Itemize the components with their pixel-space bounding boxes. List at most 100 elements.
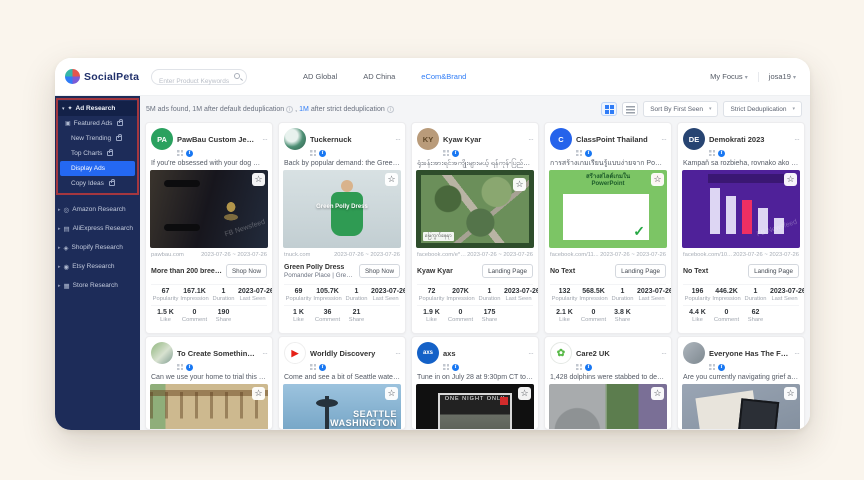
my-focus-dropdown[interactable]: My Focus ▾ <box>710 72 748 81</box>
sidebar-item-ad-research[interactable]: ▾ ✦ Ad Research <box>58 101 137 116</box>
metric-popularity: 69Popularity <box>284 288 313 302</box>
ad-creative-image[interactable]: FB Newsfeed ☆ <box>682 170 800 248</box>
metric-last-seen: 2023-07-26Last Seen <box>770 288 799 302</box>
cta-button[interactable]: Landing Page <box>615 264 666 278</box>
star-badge-icon[interactable]: ☆ <box>252 387 265 400</box>
ad-creative-image[interactable]: ONE NIGHT ONLY ☆ <box>416 384 534 430</box>
more-menu-icon[interactable]: ··· <box>794 135 799 144</box>
advertiser-domain[interactable]: pawbau.com <box>151 252 184 258</box>
ad-text[interactable]: การสร้างเกมเรียนรู้แบบง่ายจาก PowerPoint… <box>550 158 666 169</box>
ad-card: DE Demokrati 2023 ··· f Kampaň sa rozbie… <box>677 122 805 334</box>
user-menu[interactable]: josa19 ▾ <box>769 72 796 81</box>
ad-creative-image[interactable]: Green Polly Dress ☆ <box>283 170 401 248</box>
ad-text[interactable]: Come and see a bit of Seattle waterfront… <box>284 372 400 383</box>
ad-creative-image[interactable]: ☆ <box>150 384 268 430</box>
ad-title[interactable]: No Text <box>550 268 612 275</box>
sidebar-item-copy-ideas[interactable]: Copy Ideas <box>58 176 137 191</box>
advertiser-domain[interactable]: tnuck.com <box>284 252 310 258</box>
more-menu-icon[interactable]: ··· <box>395 349 400 358</box>
info-icon[interactable]: i <box>387 106 394 113</box>
sidebar-item-featured-ads[interactable]: ▣ Featured Ads <box>58 116 137 131</box>
ad-title[interactable]: Green Polly Dress <box>284 264 356 271</box>
ad-text[interactable]: Kampaň sa rozbieha, rovnako ako sa rozbi… <box>683 158 799 169</box>
more-menu-icon[interactable]: ··· <box>262 349 267 358</box>
ad-title[interactable]: More than 200 breeds available <box>151 268 223 275</box>
cta-button[interactable]: Shop Now <box>359 264 400 278</box>
advertiser-name[interactable]: axs <box>443 349 524 358</box>
ad-creative-image[interactable]: ☆ <box>549 384 667 430</box>
metric-duration: 1Duration <box>475 288 504 302</box>
cta-button[interactable]: Landing Page <box>748 264 799 278</box>
ad-creative-image[interactable]: ☆ <box>682 384 800 430</box>
ad-text[interactable]: Tune in on July 28 at 9:30pm CT to see M… <box>417 372 533 383</box>
sidebar-item-etsy-research[interactable]: ▸ ◉ Etsy Research <box>55 257 140 276</box>
star-badge-icon[interactable]: ☆ <box>385 173 398 186</box>
ad-creative-image[interactable]: မြေကွက်နေရာ ☆ <box>416 170 534 248</box>
grid-view-toggle[interactable] <box>601 102 617 116</box>
star-badge-icon[interactable]: ☆ <box>784 387 797 400</box>
ad-text[interactable]: Back by popular demand: the Green Polly … <box>284 158 400 169</box>
sidebar-item-aliexpress-research[interactable]: ▸ ▤ AliExpress Research <box>55 219 140 238</box>
advertiser-name[interactable]: ClassPoint Thailand <box>576 135 657 144</box>
star-badge-icon[interactable]: ☆ <box>651 387 664 400</box>
star-badge-icon[interactable]: ☆ <box>518 387 531 400</box>
ad-creative-image[interactable]: SEATTLE WASHINGTON ☆ <box>283 384 401 430</box>
sidebar-item-store-research[interactable]: ▸ ▦ Store Research <box>55 276 140 295</box>
star-badge-icon[interactable]: ☆ <box>513 178 526 191</box>
advertiser-name[interactable]: Worldly Discovery <box>310 349 391 358</box>
sort-select[interactable]: Sort By First Seen▾ <box>643 101 718 117</box>
strict-count-link[interactable]: 1M <box>299 106 309 113</box>
more-menu-icon[interactable]: ··· <box>661 135 666 144</box>
dedup-select[interactable]: Strict Deduplication▾ <box>723 101 802 117</box>
brand-name: SocialPeta <box>84 71 139 83</box>
ad-text[interactable]: If you're obsessed with your dog 🐶 show … <box>151 158 267 169</box>
metric-share: 62Share <box>741 309 770 323</box>
sidebar-item-top-charts[interactable]: Top Charts <box>58 146 137 161</box>
creative-overlay-text: ONE NIGHT ONLY <box>416 396 534 402</box>
search-input[interactable] <box>159 74 237 88</box>
advertiser-name[interactable]: Care2 UK <box>576 349 657 358</box>
advertiser-name[interactable]: Tuckernuck <box>310 135 391 144</box>
cta-button[interactable]: Landing Page <box>482 264 533 278</box>
ad-text[interactable]: Can we use your home to trial this new s… <box>151 372 267 383</box>
sidebar-item-shopify-research[interactable]: ▸ ◈ Shopify Research <box>55 238 140 257</box>
advertiser-name[interactable]: PawBau Custom Jewelry <box>177 135 258 144</box>
more-menu-icon[interactable]: ··· <box>661 349 666 358</box>
advertiser-domain[interactable]: facebook.com/10... <box>683 252 732 258</box>
metric-comment: 36Comment <box>313 309 342 323</box>
advertiser-name[interactable]: Kyaw Kyar <box>443 135 524 144</box>
advertiser-domain[interactable]: facebook.com/e*g... <box>417 252 467 258</box>
advertiser-domain[interactable]: facebook.com/11... <box>550 252 599 258</box>
more-menu-icon[interactable]: ··· <box>528 135 533 144</box>
advertiser-name[interactable]: Everyone Has The Freedom To... <box>709 349 790 358</box>
ad-title[interactable]: Kyaw Kyar <box>417 268 479 275</box>
more-menu-icon[interactable]: ··· <box>794 349 799 358</box>
more-menu-icon[interactable]: ··· <box>528 349 533 358</box>
ad-text[interactable]: 1,428 dolphins were stabbed to death in … <box>550 372 666 383</box>
info-icon[interactable]: i <box>286 106 293 113</box>
more-menu-icon[interactable]: ··· <box>395 135 400 144</box>
nav-ad-china[interactable]: AD China <box>363 72 395 81</box>
ad-text[interactable]: Are you currently navigating grief and l… <box>683 372 799 383</box>
star-badge-icon[interactable]: ☆ <box>651 173 664 186</box>
ad-creative-image[interactable]: FB Newsfeed ☆ <box>150 170 268 248</box>
sidebar-item-new-trending[interactable]: New Trending <box>58 131 137 146</box>
sidebar-item-amazon-research[interactable]: ▸ ◎ Amazon Research <box>55 200 140 219</box>
list-view-toggle[interactable] <box>622 102 638 116</box>
nav-ad-global[interactable]: AD Global <box>303 72 337 81</box>
creative-overlay-text: SEATTLE WASHINGTON <box>330 410 397 428</box>
nav-ecom-brand[interactable]: eCom&Brand <box>421 72 466 81</box>
ad-title[interactable]: No Text <box>683 268 745 275</box>
sidebar-item-display-ads[interactable]: Display Ads <box>60 161 135 176</box>
cta-button[interactable]: Shop Now <box>226 264 267 278</box>
advertiser-name[interactable]: To Create Something Exceptio... <box>177 349 258 358</box>
star-badge-icon[interactable]: ☆ <box>385 387 398 400</box>
star-badge-icon[interactable]: ☆ <box>252 173 265 186</box>
more-menu-icon[interactable]: ··· <box>262 135 267 144</box>
search-box[interactable] <box>151 69 247 85</box>
advertiser-name[interactable]: Demokrati 2023 <box>709 135 790 144</box>
star-badge-icon[interactable]: ☆ <box>784 173 797 186</box>
socialpeta-logo[interactable]: SocialPeta <box>65 69 151 84</box>
ad-creative-image[interactable]: สร้างสไลด์เกมใน PowerPoint ☆ <box>549 170 667 248</box>
ad-text[interactable]: ရုံးခန်းအားရင်အကျိုးများမယ့် ရန်ကုန်-ပြည… <box>417 158 533 169</box>
